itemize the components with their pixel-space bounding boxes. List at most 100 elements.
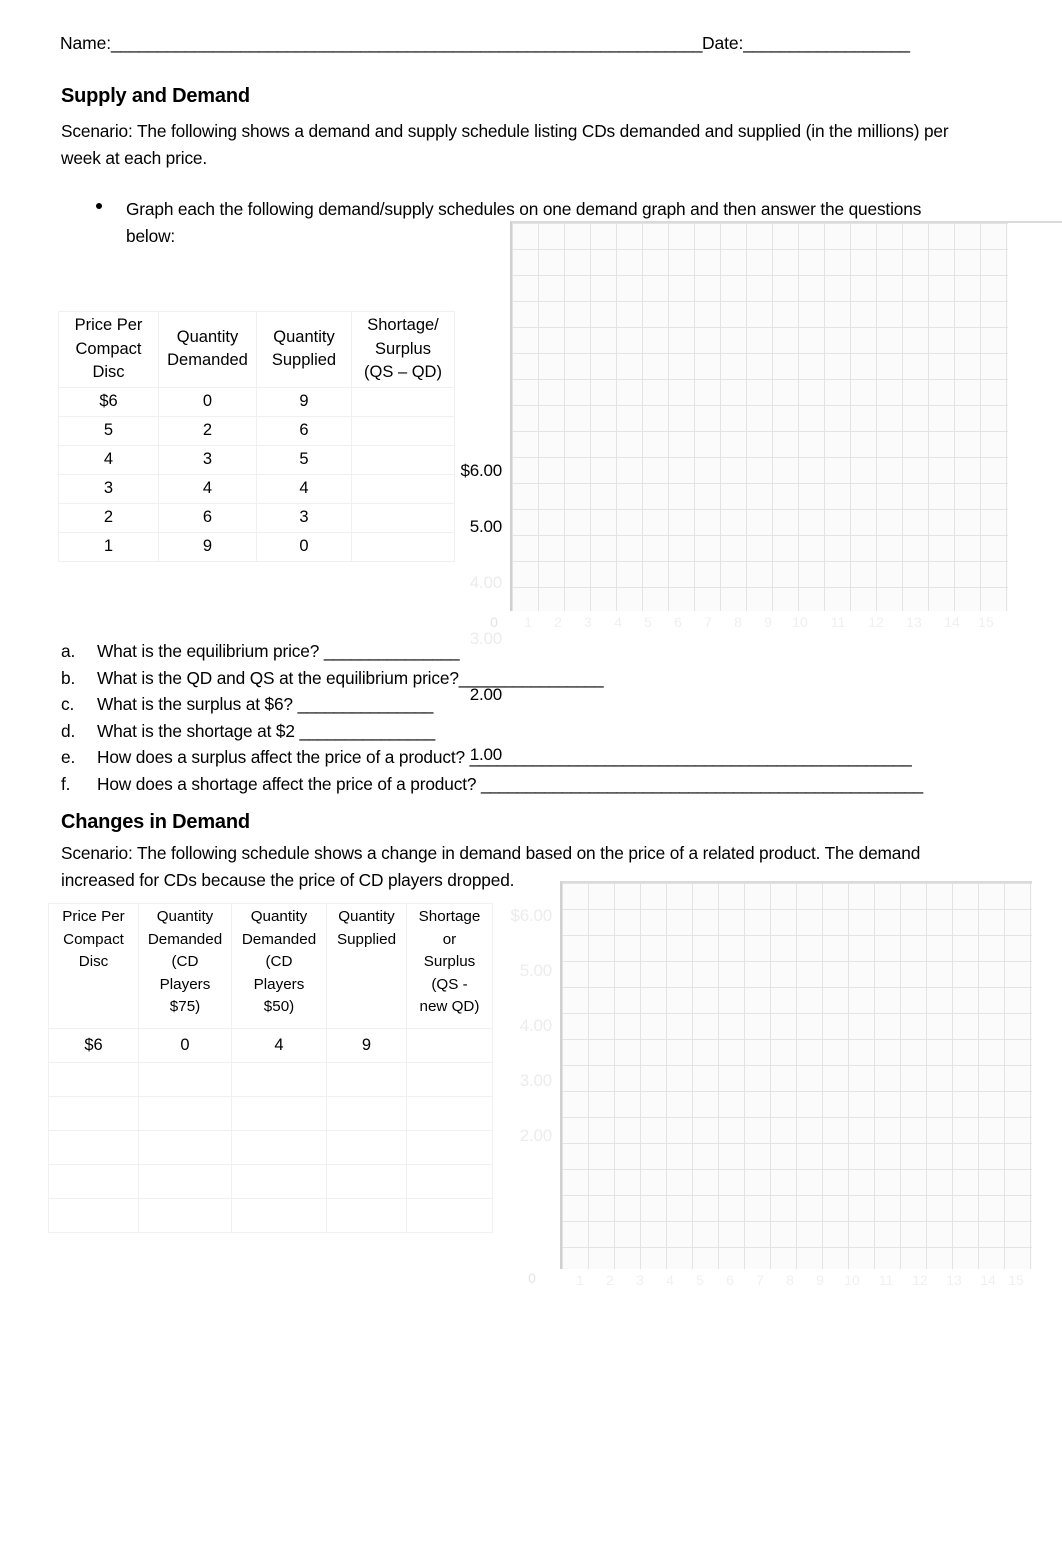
column-header-qd-players-75: Quantity Demanded (CD Players $75) [138,903,232,1029]
question-label-f: f. [61,773,71,794]
heading-changes-in-demand: Changes in Demand [61,811,250,833]
x-axis-tick-13: 13 [946,1272,962,1288]
question-label-a: a. [61,641,76,661]
cell-qd: 3 [158,444,257,475]
cell-shortage-surplus[interactable] [406,1062,493,1097]
question-label-c: c. [61,694,75,715]
date-label: Date: [701,33,744,53]
cell-qd-50[interactable] [231,1164,327,1199]
cell-qs[interactable] [326,1062,407,1097]
question-blank-d[interactable]: _______________ [299,721,435,741]
x-axis-tick-4: 4 [666,1272,674,1288]
table-row [48,1130,493,1165]
x-axis-tick-1: 1 [576,1272,584,1288]
cell-shortage-surplus[interactable] [351,531,455,562]
y-axis-tick-4: 4.00 [519,1016,552,1035]
cell-price: 4 [58,444,159,475]
question-blank-e[interactable]: ________________________________________… [470,747,912,767]
question-item-e: e. How does a surplus affect the price of… [61,744,961,771]
cell-qs[interactable] [326,1096,407,1131]
cell-price[interactable] [48,1130,139,1165]
question-text-a: What is the equilibrium price? [97,641,324,661]
cell-price: 3 [58,473,159,504]
cell-qd-75[interactable] [138,1096,232,1131]
cell-qs: 9 [256,386,352,417]
column-header-shortage-or-surplus: Shortage or Surplus (QS - new QD) [406,903,493,1029]
cell-qs: 5 [256,444,352,475]
question-blank-b[interactable]: ________________ [459,668,604,688]
cell-qd-50[interactable] [231,1198,327,1233]
cell-qd-75: 0 [138,1028,232,1063]
cell-price: 5 [58,415,159,446]
scenario-text-supply-demand: Scenario: The following shows a demand a… [61,121,949,168]
x-axis-tick-7: 7 [756,1272,764,1288]
cell-price[interactable] [48,1164,139,1199]
y-axis-tick-5: 5.00 [469,517,502,536]
question-item-a: a. What is the equilibrium price? _______… [61,638,961,665]
cell-qd-50[interactable] [231,1096,327,1131]
date-blank[interactable]: __________________ [743,33,910,53]
cell-qd-50[interactable] [231,1130,327,1165]
table-row [48,1164,493,1199]
x-axis-tick-0: 0 [528,1270,536,1286]
question-blank-f[interactable]: ________________________________________… [481,774,923,794]
graph-grid[interactable] [510,221,1008,611]
column-header-quantity-supplied: Quantity Supplied [256,311,352,388]
cell-qd: 6 [158,502,257,533]
cell-qs[interactable] [326,1130,407,1165]
graph-grid[interactable] [560,881,1032,1269]
table-row: 4 3 5 [58,444,455,475]
cell-qs[interactable] [326,1164,407,1199]
cell-qs[interactable] [326,1198,407,1233]
question-blank-c[interactable]: _______________ [298,694,434,714]
changes-in-demand-schedule-table: Price Per Compact Disc Quantity Demanded… [48,903,493,1233]
question-item-c: c. What is the surplus at $6? ___________… [61,691,961,718]
question-text-d: What is the shortage at $2 [97,720,300,741]
x-axis-tick-9: 9 [764,614,772,630]
question-item-d: d. What is the shortage at $2 ___________… [61,718,961,745]
table-row: 5 2 6 [58,415,455,446]
table-header-row: Price Per Compact Disc Quantity Demanded… [48,903,493,1029]
cell-qd-50[interactable] [231,1062,327,1097]
cell-shortage-surplus[interactable] [351,502,455,533]
cell-price: 2 [58,502,159,533]
x-axis-tick-11: 11 [878,1272,894,1288]
cell-shortage-surplus[interactable] [406,1164,493,1199]
cell-shortage-surplus[interactable] [351,444,455,475]
cell-shortage-surplus[interactable] [406,1198,493,1233]
cell-qs: 4 [256,473,352,504]
cell-shortage-surplus[interactable] [406,1028,493,1063]
x-axis-tick-8: 8 [786,1272,794,1288]
x-axis-tick-3: 3 [636,1272,644,1288]
cell-shortage-surplus[interactable] [351,415,455,446]
x-axis-tick-15: 15 [1008,1272,1024,1288]
cell-price[interactable] [48,1198,139,1233]
cell-qs: 3 [256,502,352,533]
table-row [48,1096,493,1131]
cell-shortage-surplus[interactable] [351,473,455,504]
cell-price[interactable] [48,1096,139,1131]
question-blank-a[interactable]: _______________ [324,641,460,661]
cell-shortage-surplus[interactable] [351,386,455,417]
cell-qd-75[interactable] [138,1062,232,1097]
cell-price: $6 [48,1028,139,1063]
x-axis-tick-9: 9 [816,1272,824,1288]
column-header-quantity-supplied: Quantity Supplied [326,903,407,1029]
cell-shortage-surplus[interactable] [406,1130,493,1165]
x-axis-tick-14: 14 [980,1272,996,1288]
name-blank[interactable]: ________________________________________… [111,33,702,53]
cell-qd-75[interactable] [138,1198,232,1233]
column-header-price: Price Per Compact Disc [58,311,159,388]
column-header-price: Price Per Compact Disc [48,903,139,1029]
cell-qd-75[interactable] [138,1130,232,1165]
cell-price[interactable] [48,1062,139,1097]
cell-shortage-surplus[interactable] [406,1096,493,1131]
changes-in-demand-graph[interactable]: $6.00 5.00 4.00 3.00 2.00 0 1 2 3 4 5 6 … [510,876,1032,1296]
cell-qd: 0 [158,386,257,417]
x-axis-tick-5: 5 [696,1272,704,1288]
x-axis-tick-2: 2 [554,614,562,630]
x-axis-tick-5: 5 [644,614,652,630]
cell-qd-75[interactable] [138,1164,232,1199]
supply-demand-graph[interactable]: $6.00 5.00 4.00 3.00 2.00 1.00 0 1 2 3 4… [458,216,1062,764]
x-axis-tick-2: 2 [606,1272,614,1288]
